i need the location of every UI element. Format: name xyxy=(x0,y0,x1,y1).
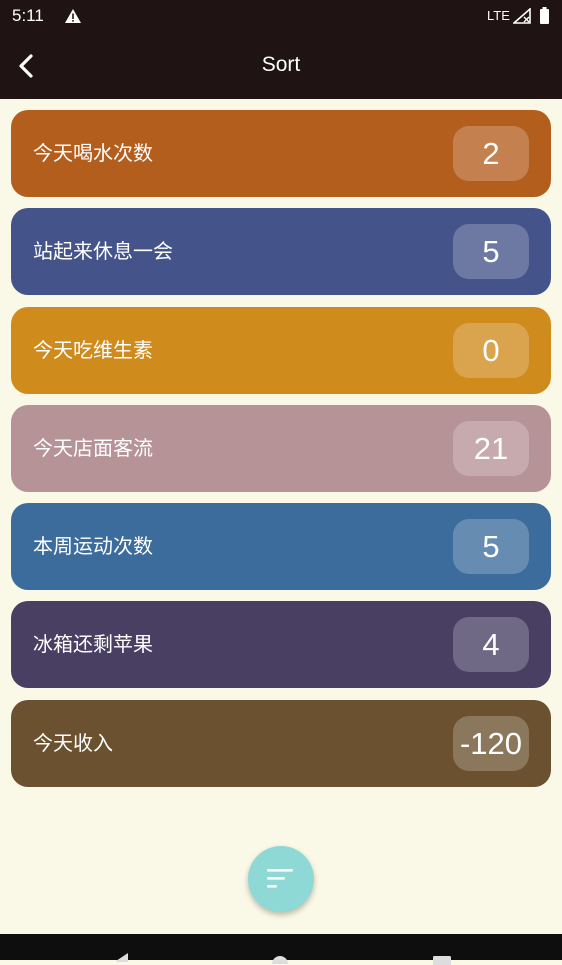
sort-button[interactable] xyxy=(248,846,314,912)
counter-label: 今天吃维生素 xyxy=(33,337,153,362)
network-type: LTE xyxy=(487,8,510,23)
counter-value: 5 xyxy=(453,224,529,280)
nav-home-icon[interactable] xyxy=(270,954,290,964)
counter-card[interactable]: 今天喝水次数 2 xyxy=(11,110,551,197)
counter-list: 今天喝水次数 2 站起来休息一会 5 今天吃维生素 0 今天店面客流 21 本周… xyxy=(11,110,551,798)
counter-value: 5 xyxy=(453,519,529,575)
counter-label: 冰箱还剩苹果 xyxy=(33,632,153,657)
counter-label: 今天收入 xyxy=(33,730,113,755)
signal-icon xyxy=(513,8,531,24)
nav-back-icon[interactable] xyxy=(112,952,132,962)
status-time: 5:11 xyxy=(12,6,44,25)
counter-card[interactable]: 今天吃维生素 0 xyxy=(11,306,551,394)
battery-icon xyxy=(540,7,549,24)
system-nav-bar xyxy=(0,934,562,965)
counter-value: 2 xyxy=(453,126,529,181)
counter-label: 今天店面客流 xyxy=(33,435,153,460)
counter-label: 站起来休息一会 xyxy=(33,239,173,264)
counter-value: -120 xyxy=(453,715,529,771)
warning-icon xyxy=(65,9,81,23)
counter-label: 本周运动次数 xyxy=(33,534,153,559)
sort-icon xyxy=(267,869,293,888)
counter-card[interactable]: 冰箱还剩苹果 4 xyxy=(11,601,551,689)
app-bar: Sort xyxy=(0,33,562,99)
counter-card[interactable]: 本周运动次数 5 xyxy=(11,503,551,591)
status-bar: 5:11 LTE xyxy=(0,0,562,33)
counter-card[interactable]: 站起来休息一会 5 xyxy=(11,208,551,296)
counter-value: 21 xyxy=(453,420,529,476)
counter-value: 0 xyxy=(453,322,529,378)
nav-recent-icon[interactable] xyxy=(432,955,452,965)
counter-card[interactable]: 今天店面客流 21 xyxy=(11,404,551,492)
counter-value: 4 xyxy=(453,617,529,673)
counter-card[interactable]: 今天收入 -120 xyxy=(11,699,551,787)
counter-label: 今天喝水次数 xyxy=(33,141,153,165)
page-title: Sort xyxy=(261,53,301,76)
